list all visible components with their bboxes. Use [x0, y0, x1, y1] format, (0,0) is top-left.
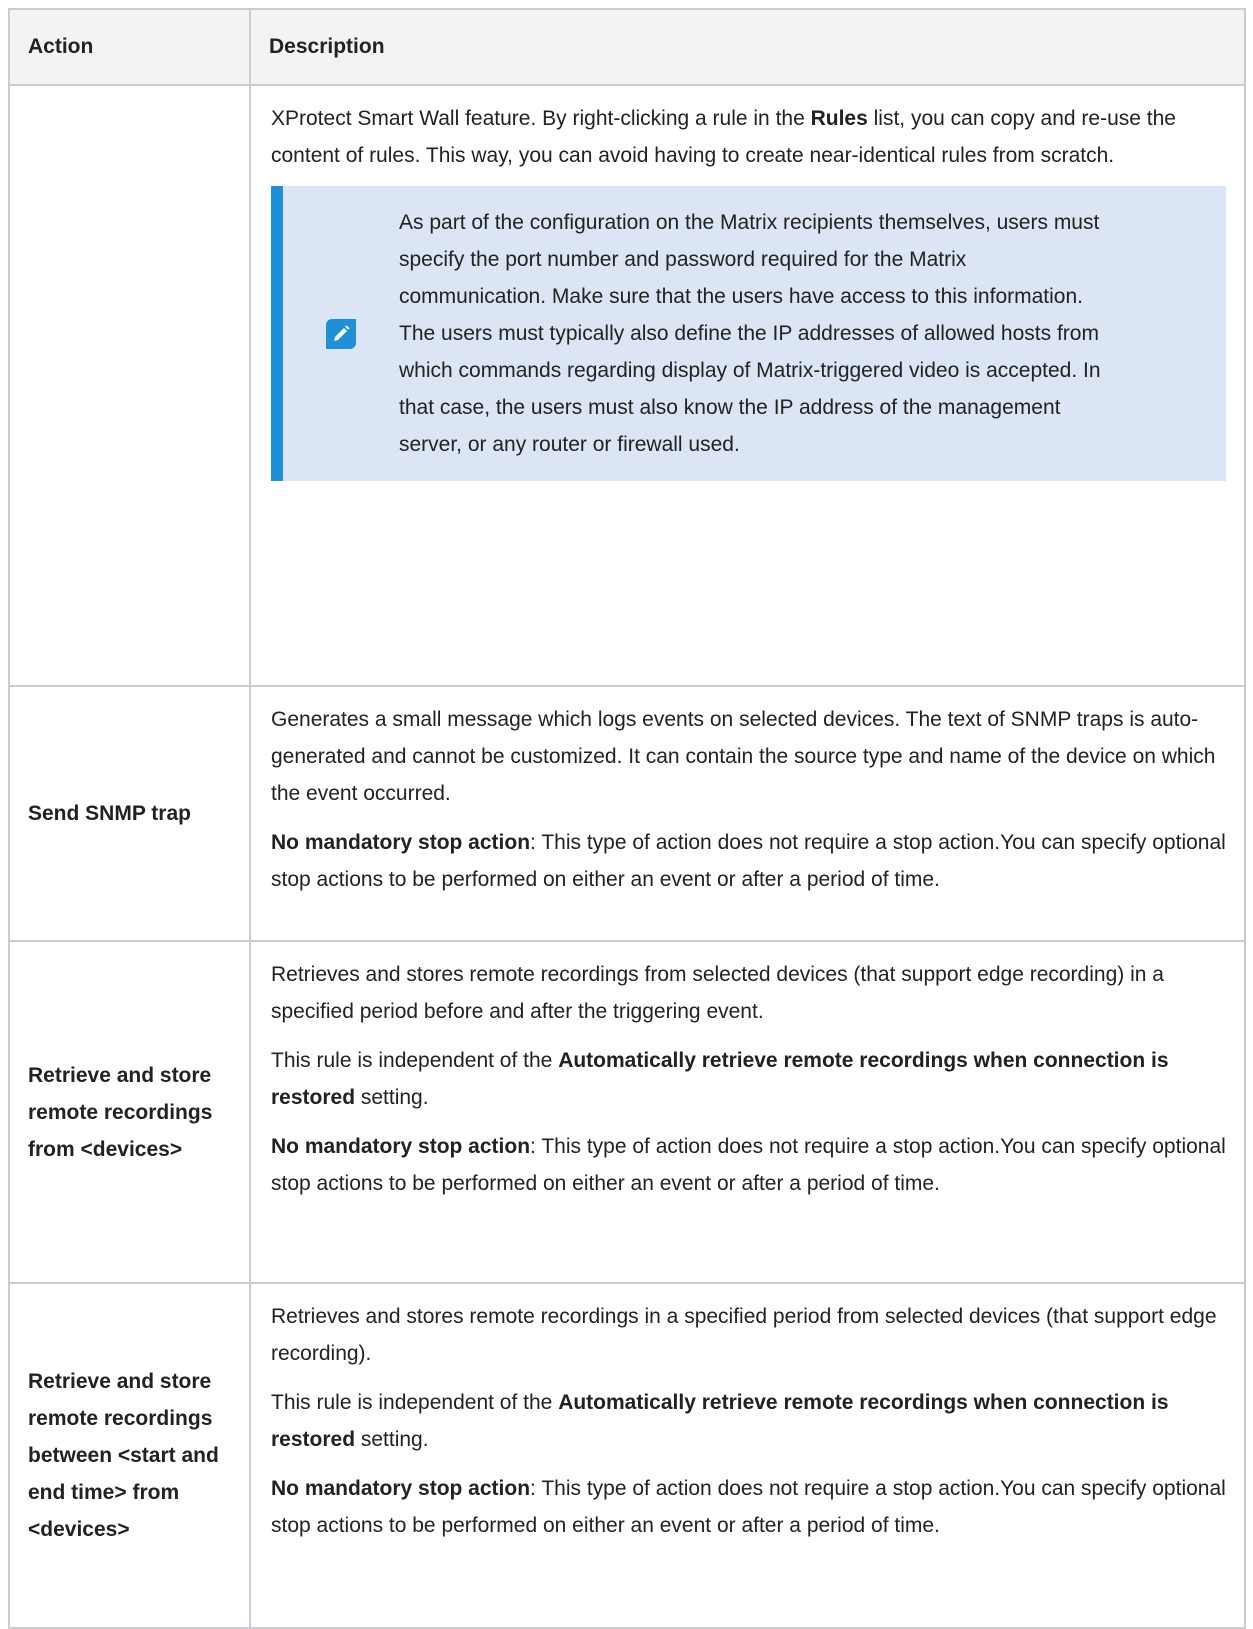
description-cell: Retrieves and stores remote recordings f… [249, 940, 1246, 1284]
description-paragraph: XProtect Smart Wall feature. By right-cl… [271, 100, 1226, 174]
description-paragraph: Retrieves and stores remote recordings i… [271, 1298, 1226, 1372]
description-paragraph: No mandatory stop action: This type of a… [271, 1470, 1226, 1544]
text-run: setting. [355, 1086, 429, 1109]
actions-table: Action Description XProtect Smart Wall f… [8, 8, 1246, 1629]
bold-term: No mandatory stop action [271, 1135, 531, 1158]
bold-term: No mandatory stop action [271, 1477, 531, 1500]
pencil-edit-icon [283, 318, 399, 349]
table-row: Send SNMP trap Generates a small message… [8, 685, 1246, 942]
description-cell: Retrieves and stores remote recordings i… [249, 1282, 1246, 1629]
description-paragraph: This rule is independent of the Automati… [271, 1384, 1226, 1458]
description-paragraph: No mandatory stop action: This type of a… [271, 824, 1226, 898]
note-callout: As part of the configuration on the Matr… [271, 186, 1226, 481]
text-run: setting. [355, 1428, 429, 1451]
table-header-row: Action Description [8, 8, 1246, 86]
text-run: Retrieves and stores remote recordings f… [271, 963, 1164, 1023]
text-run: This rule is independent of the [271, 1049, 559, 1072]
description-cell: XProtect Smart Wall feature. By right-cl… [249, 84, 1246, 687]
action-cell: Retrieve and store remote recordings fro… [8, 940, 251, 1284]
column-header-action: Action [8, 8, 251, 86]
text-run: Retrieves and stores remote recordings i… [271, 1305, 1217, 1365]
table-row: Retrieve and store remote recordings fro… [8, 940, 1246, 1284]
column-header-description: Description [249, 8, 1246, 86]
note-text: As part of the configuration on the Matr… [399, 211, 1101, 456]
action-cell: Send SNMP trap [8, 685, 251, 942]
bold-term: No mandatory stop action [271, 831, 531, 854]
description-cell: Generates a small message which logs eve… [249, 685, 1246, 942]
description-paragraph: No mandatory stop action: This type of a… [271, 1128, 1226, 1202]
text-run: This rule is independent of the [271, 1391, 559, 1414]
table-row: XProtect Smart Wall feature. By right-cl… [8, 84, 1246, 687]
action-cell: Retrieve and store remote recordings bet… [8, 1282, 251, 1629]
description-paragraph: Retrieves and stores remote recordings f… [271, 956, 1226, 1030]
description-paragraph: This rule is independent of the Automati… [271, 1042, 1226, 1116]
action-cell [8, 84, 251, 687]
text-run: Generates a small message which logs eve… [271, 708, 1216, 805]
text-run: XProtect Smart Wall feature. By right-cl… [271, 107, 811, 130]
description-paragraph: Generates a small message which logs eve… [271, 701, 1226, 812]
table-row: Retrieve and store remote recordings bet… [8, 1282, 1246, 1629]
ui-term-rules: Rules [810, 107, 868, 130]
